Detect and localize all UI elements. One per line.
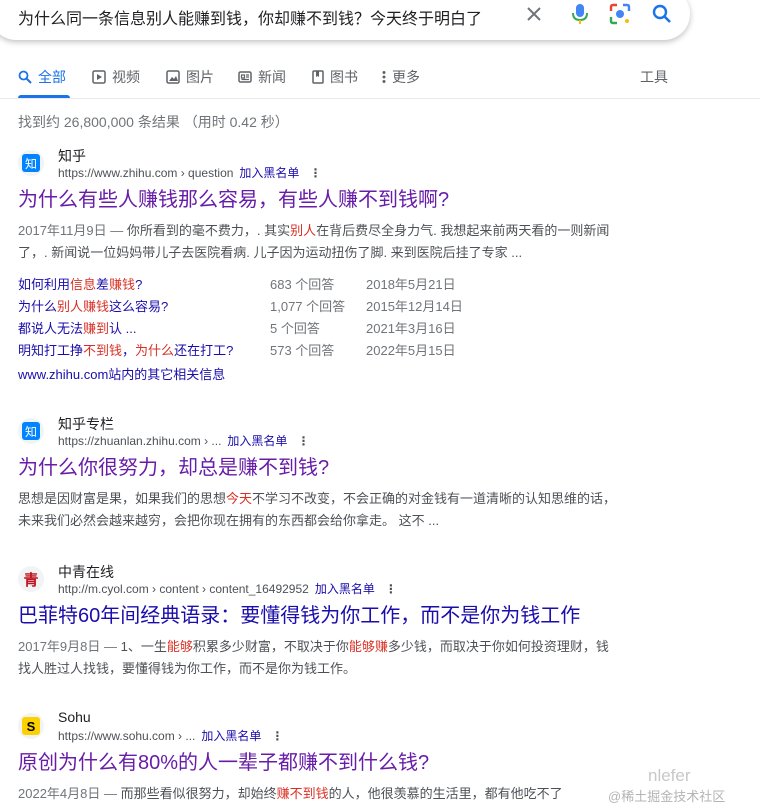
tab-label: 图片 [186, 69, 214, 85]
question-link[interactable]: 如何利用信息差赚钱? [18, 272, 270, 294]
result-title[interactable]: 巴菲特60年间经典语录：要懂得钱为你工作，而不是你为钱工作 [18, 602, 618, 630]
result-title[interactable]: 原创为什么有80%的人一辈子都赚不到什么钱? [18, 749, 618, 777]
image-icon [166, 70, 180, 84]
answer-count: 5 个回答 [270, 320, 320, 336]
close-icon[interactable] [522, 2, 546, 26]
tabs-divider [0, 98, 760, 99]
question-link[interactable]: 明知打工挣不到钱，为什么还在打工? [18, 338, 270, 360]
question-date: 2022年5月15日 [366, 342, 456, 358]
tab-videos[interactable]: 视频 [92, 66, 140, 88]
search-result: 知 知乎专栏 https://zhuanlan.zhihu.com › ... 加… [18, 414, 618, 532]
question-link[interactable]: 都说人无法赚到认 ... [18, 316, 270, 338]
site-name: 中青在线 [58, 564, 114, 580]
book-icon [312, 70, 324, 84]
answer-count: 1,077 个回答 [270, 298, 346, 314]
search-result: S Sohu https://www.sohu.com › ... 加入黑名单 ⋮ … [18, 709, 618, 805]
site-name: Sohu [58, 709, 91, 725]
tab-all[interactable]: 全部 [18, 66, 66, 88]
search-tabs: 全部 视频 图片 新闻 图书 更多 工具 [0, 66, 760, 98]
tools-button[interactable]: 工具 [640, 66, 668, 88]
result-site[interactable]: 知 知乎专栏 https://zhuanlan.zhihu.com › ... 加… [18, 414, 618, 448]
cyol-favicon-icon: 青 [18, 566, 44, 592]
question-date: 2015年12月14日 [366, 298, 463, 314]
result-stats: 找到约 26,800,000 条结果 （用时 0.42 秒） [18, 114, 289, 130]
search-result: 知 知乎 https://www.zhihu.com › question 加入黑… [18, 146, 618, 383]
news-icon [238, 71, 252, 83]
watermark: nlefer @稀土掘金技术社区 [608, 766, 726, 804]
more-options-icon[interactable]: ⋮ [309, 166, 321, 180]
answer-count: 573 个回答 [270, 342, 335, 358]
search-result: 青 中青在线 http://m.cyol.com › content › con… [18, 562, 618, 680]
result-title[interactable]: 为什么你很努力，却总是赚不到钱? [18, 454, 618, 482]
search-box[interactable]: 为什么同一条信息别人能赚到钱，你却赚不到钱？今天终于明白了 [0, 0, 690, 40]
blacklist-link[interactable]: 加入黑名单 [227, 434, 287, 448]
more-icon [382, 71, 386, 83]
more-options-icon[interactable]: ⋮ [297, 434, 309, 448]
result-site[interactable]: 知 知乎 https://www.zhihu.com › question 加入黑… [18, 146, 618, 180]
question-date: 2018年5月21日 [366, 276, 456, 292]
tab-news[interactable]: 新闻 [238, 66, 286, 88]
site-url: http://m.cyol.com › content › content_16… [58, 582, 397, 596]
table-row[interactable]: 都说人无法赚到认 ... 5 个回答 2021年3月16日 [18, 316, 476, 338]
lens-icon[interactable] [608, 2, 632, 26]
blacklist-link[interactable]: 加入黑名单 [239, 166, 299, 180]
result-snippet: 2017年9月8日 — 1、一生能够积累多少财富，不取决于你能够赚多少钱，而取决… [18, 639, 609, 676]
sohu-favicon-icon: S [18, 713, 44, 739]
site-name: 知乎专栏 [58, 416, 114, 432]
play-icon [92, 70, 106, 84]
tab-books[interactable]: 图书 [312, 66, 358, 88]
table-row[interactable]: 为什么别人赚钱这么容易? 1,077 个回答 2015年12月14日 [18, 294, 476, 316]
site-more-results-link[interactable]: www.zhihu.com站内的其它相关信息 [18, 364, 618, 383]
more-options-icon[interactable]: ⋮ [385, 582, 397, 596]
search-icon[interactable] [650, 2, 674, 26]
site-name: 知乎 [58, 148, 86, 164]
search-icon [18, 70, 32, 84]
site-url: https://www.zhihu.com › question 加入黑名单 ⋮ [58, 166, 322, 180]
site-url: https://www.sohu.com › ... 加入黑名单 ⋮ [58, 729, 284, 743]
search-input[interactable]: 为什么同一条信息别人能赚到钱，你却赚不到钱？今天终于明白了 [18, 5, 482, 29]
table-row[interactable]: 如何利用信息差赚钱? 683 个回答 2018年5月21日 [18, 272, 476, 294]
result-snippet: 2017年11月9日 — 你所看到的毫不费力，. 其实别人在背后费尽全身力气. … [18, 223, 610, 260]
tab-label: 全部 [38, 69, 66, 85]
question-date: 2021年3月16日 [366, 320, 456, 336]
table-row[interactable]: 明知打工挣不到钱，为什么还在打工? 573 个回答 2022年5月15日 [18, 338, 476, 360]
tab-label: 新闻 [258, 69, 286, 85]
blacklist-link[interactable]: 加入黑名单 [201, 729, 261, 743]
mic-icon[interactable] [568, 2, 592, 26]
tab-label: 更多 [392, 69, 420, 85]
result-title[interactable]: 为什么有些人赚钱那么容易，有些人赚不到钱啊? [18, 186, 618, 214]
tab-label: 视频 [112, 69, 140, 85]
answer-count: 683 个回答 [270, 276, 335, 292]
zhihu-favicon-icon: 知 [18, 150, 44, 176]
tools-label: 工具 [640, 69, 668, 85]
site-url: https://zhuanlan.zhihu.com › ... 加入黑名单 ⋮ [58, 434, 310, 448]
tab-images[interactable]: 图片 [166, 66, 214, 88]
tab-more[interactable]: 更多 [382, 66, 420, 88]
result-snippet: 思想是因财富是果，如果我们的思想今天不学习不改变，不会正确的对金钱有一道清晰的认… [18, 491, 617, 528]
related-questions-table: 如何利用信息差赚钱? 683 个回答 2018年5月21日 为什么别人赚钱这么容… [18, 272, 476, 360]
blacklist-link[interactable]: 加入黑名单 [315, 582, 375, 596]
more-options-icon[interactable]: ⋮ [271, 729, 283, 743]
result-site[interactable]: 青 中青在线 http://m.cyol.com › content › con… [18, 562, 618, 596]
question-link[interactable]: 为什么别人赚钱这么容易? [18, 294, 270, 316]
result-site[interactable]: S Sohu https://www.sohu.com › ... 加入黑名单 ⋮ [18, 709, 618, 743]
zhihu-favicon-icon: 知 [18, 418, 44, 444]
result-snippet: 2022年4月8日 — 而那些看似很努力，却始终赚不到钱的人，他很羡慕的生活里，… [18, 786, 563, 801]
tab-label: 图书 [330, 69, 358, 85]
